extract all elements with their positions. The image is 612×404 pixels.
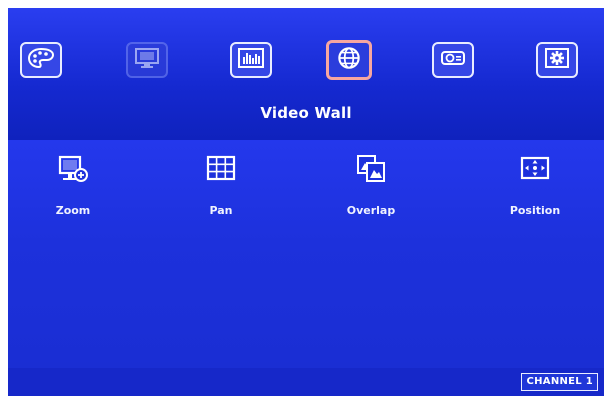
submenu-item-overlap[interactable]: Overlap bbox=[326, 154, 416, 224]
tab-color-palette[interactable] bbox=[20, 42, 62, 78]
submenu-item-zoom[interactable]: Zoom bbox=[28, 154, 118, 224]
globe-icon bbox=[334, 45, 364, 75]
palette-icon bbox=[27, 47, 55, 73]
pan-label: Pan bbox=[209, 204, 233, 217]
gear-icon bbox=[543, 47, 571, 73]
overlap-icon bbox=[355, 154, 387, 188]
zoom-label: Zoom bbox=[55, 204, 91, 217]
submenu-item-position[interactable]: Position bbox=[490, 154, 580, 224]
projector-icon bbox=[439, 47, 467, 73]
monitor-icon bbox=[133, 47, 161, 73]
menu-title: Video Wall bbox=[260, 104, 352, 122]
main-menu-bar: Video Wall bbox=[8, 8, 604, 140]
tab-display[interactable] bbox=[126, 42, 168, 78]
tab-audio[interactable] bbox=[230, 42, 272, 78]
submenu-panel: Zoom Pan Overlap Position bbox=[8, 140, 604, 368]
status-bar: CHANNEL 1 bbox=[8, 368, 604, 396]
pan-grid-icon bbox=[205, 154, 237, 188]
position-label: Position bbox=[509, 204, 561, 217]
overlap-label: Overlap bbox=[346, 204, 396, 217]
tab-settings[interactable] bbox=[536, 42, 578, 78]
tab-video-wall[interactable] bbox=[326, 40, 372, 80]
equalizer-icon bbox=[237, 47, 265, 73]
submenu-item-pan[interactable]: Pan bbox=[176, 154, 266, 224]
channel-badge: CHANNEL 1 bbox=[521, 373, 598, 391]
tab-output[interactable] bbox=[432, 42, 474, 78]
position-icon bbox=[519, 154, 551, 188]
osd-menu: Video Wall Zoom Pan Overlap Position CHA… bbox=[8, 8, 604, 396]
zoom-icon bbox=[57, 154, 89, 188]
